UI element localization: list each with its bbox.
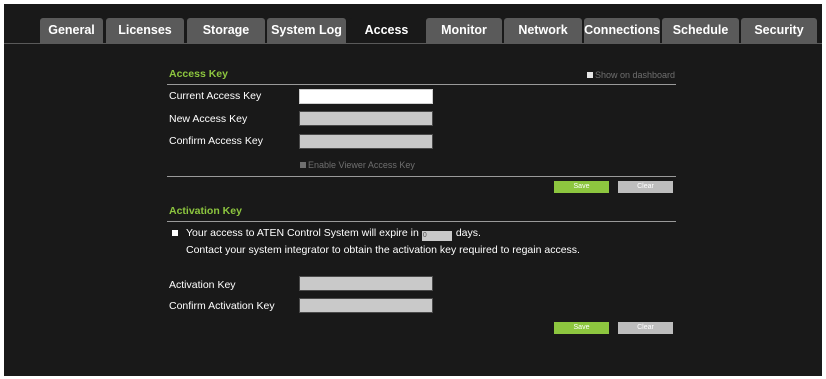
access-key-title: Access Key (169, 68, 228, 80)
tab-storage[interactable]: Storage (187, 18, 265, 43)
settings-panel: General Licenses Storage System Log Acce… (4, 4, 822, 376)
tab-general[interactable]: General (40, 18, 103, 43)
checkbox-checked-icon (587, 72, 593, 78)
access-key-divider (167, 84, 676, 85)
activation-key-label: Activation Key (169, 279, 236, 291)
expiry-suffix: days. (455, 227, 481, 239)
confirm-access-key-label: Confirm Access Key (169, 135, 263, 147)
access-key-bottom-divider (167, 176, 676, 177)
activation-key-title: Activation Key (169, 205, 242, 217)
enable-viewer-access-key-checkbox[interactable]: Enable Viewer Access Key (300, 160, 415, 170)
tab-connections[interactable]: Connections (584, 18, 660, 43)
tab-licenses[interactable]: Licenses (106, 18, 184, 43)
expiry-message: Your access to ATEN Control System will … (186, 227, 481, 241)
new-access-key-input[interactable] (299, 111, 433, 126)
activation-key-divider (167, 221, 676, 222)
show-on-dashboard-label: Show on dashboard (595, 70, 676, 80)
tab-monitor[interactable]: Monitor (426, 18, 502, 43)
tab-baseline (4, 43, 822, 44)
tab-network[interactable]: Network (504, 18, 582, 43)
confirm-access-key-input[interactable] (299, 134, 433, 149)
checkbox-unchecked-icon (300, 162, 306, 168)
enable-viewer-access-key-label: Enable Viewer Access Key (308, 160, 415, 170)
tab-access[interactable]: Access (349, 18, 424, 43)
new-access-key-label: New Access Key (169, 113, 248, 125)
confirm-activation-key-input[interactable] (299, 298, 433, 313)
access-key-save-button[interactable]: Save (554, 181, 609, 193)
show-on-dashboard-checkbox[interactable]: Show on dashboard (587, 70, 675, 80)
activation-key-save-button[interactable]: Save (554, 322, 609, 334)
confirm-activation-key-label: Confirm Activation Key (169, 300, 275, 312)
window-frame: General Licenses Storage System Log Acce… (0, 0, 826, 379)
activation-key-clear-button[interactable]: Clear (618, 322, 673, 334)
tab-schedule[interactable]: Schedule (662, 18, 739, 43)
current-access-key-label: Current Access Key (169, 90, 262, 102)
expiry-prefix: Your access to ATEN Control System will … (186, 227, 419, 239)
access-key-clear-button[interactable]: Clear (618, 181, 673, 193)
days-remaining-field: 0 (421, 231, 452, 241)
current-access-key-input[interactable] (299, 89, 433, 104)
contact-integrator-message: Contact your system integrator to obtain… (186, 244, 580, 256)
tab-security[interactable]: Security (741, 18, 817, 43)
tab-bar: General Licenses Storage System Log Acce… (4, 18, 822, 43)
bullet-icon (172, 230, 178, 236)
tab-system-log[interactable]: System Log (267, 18, 346, 43)
activation-key-input[interactable] (299, 276, 433, 291)
